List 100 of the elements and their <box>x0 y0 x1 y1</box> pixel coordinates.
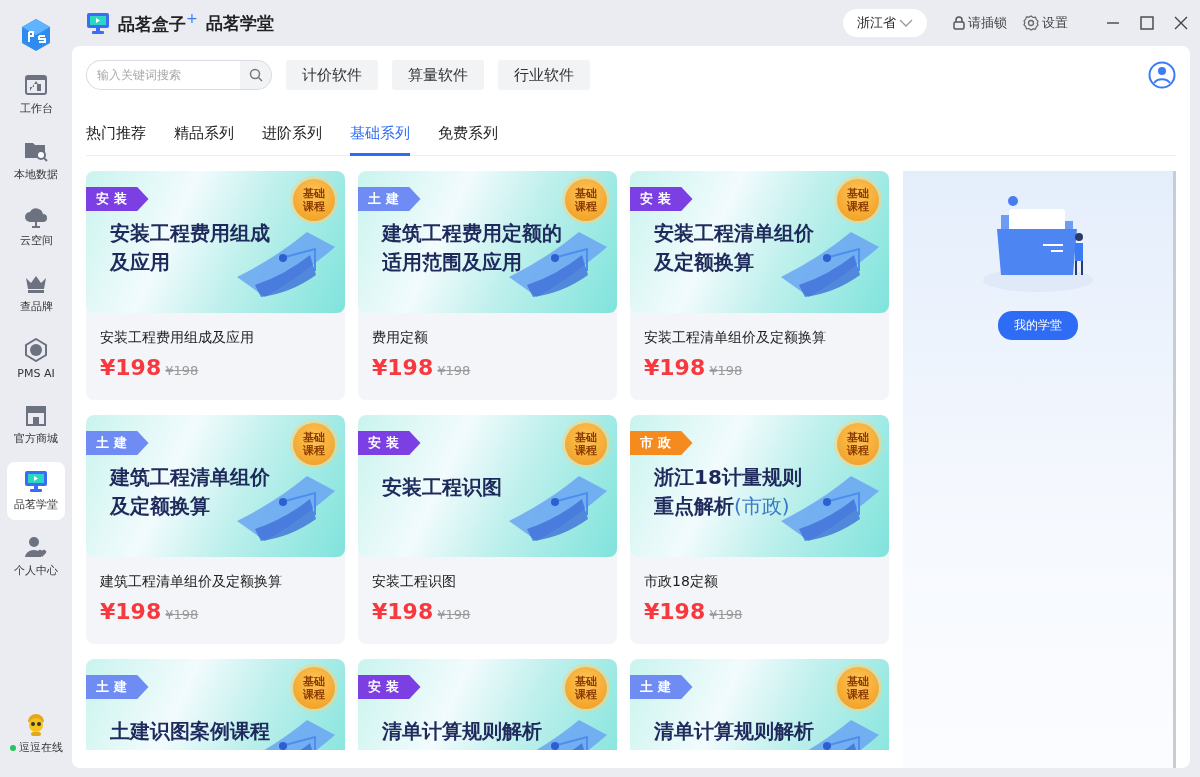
banner-title: 及定额换算 <box>654 250 754 274</box>
course-card[interactable]: 安 装 基础课程 安装工程费用组成 及应用 安装工程费用组成及应用 ¥198 ¥198 <box>86 171 345 400</box>
category-tag: 安 装 <box>358 675 421 699</box>
category-tag: 土 建 <box>358 187 421 211</box>
banner-title: 适用范围及应用 <box>382 250 522 274</box>
course-price: ¥198 <box>644 355 706 380</box>
workbench-icon <box>25 74 47 96</box>
course-level-badge: 基础课程 <box>837 423 879 465</box>
course-card[interactable]: 市 政 基础课程 浙江18计量规则 重点解析(市政) 市政18定额 ¥198 ¥198 <box>630 415 889 644</box>
course-price: ¥198 <box>372 599 434 624</box>
banner-title: 安装工程清单组价 <box>654 221 814 245</box>
my-academy-button[interactable]: 我的学堂 <box>998 311 1078 340</box>
course-title[interactable]: 费用定额 <box>372 329 603 347</box>
sidebar-item[interactable]: 品茗学堂 <box>7 462 65 520</box>
course-level-badge: 基础课程 <box>837 667 879 709</box>
ai-icon <box>24 338 48 362</box>
banner-title: 浙江18计量规则 <box>654 465 802 489</box>
close-icon[interactable] <box>1174 16 1188 30</box>
maximize-icon[interactable] <box>1140 16 1154 30</box>
original-price: ¥198 <box>437 607 471 622</box>
shop-icon <box>24 404 48 426</box>
banner-title: 重点解析 <box>654 494 734 518</box>
chevron-down-icon <box>899 18 913 28</box>
original-price: ¥198 <box>709 607 743 622</box>
course-level-badge: 基础课程 <box>293 423 335 465</box>
category-tag: 安 装 <box>86 187 149 211</box>
category-tag: 土 建 <box>630 675 693 699</box>
sidebar-item[interactable]: 查品牌 <box>7 264 65 322</box>
assistant-status-label: 逗逗在线 <box>18 740 63 755</box>
course-banner[interactable]: 土 建 基础课程 建筑工程费用定额的 适用范围及应用 <box>358 171 617 313</box>
category-button[interactable]: 算量软件 <box>392 60 484 90</box>
course-title[interactable]: 市政18定额 <box>644 573 875 591</box>
monitor-icon <box>86 12 110 34</box>
category-tag: 土 建 <box>86 431 149 455</box>
series-tab[interactable]: 精品系列 <box>174 120 234 156</box>
banner-title: 清单计算规则解析 <box>382 719 542 743</box>
section-title: 品茗学堂 <box>205 11 274 35</box>
course-level-badge: 基础课程 <box>837 179 879 221</box>
course-banner[interactable]: 安 装 基础课程 安装工程费用组成 及应用 <box>86 171 345 313</box>
course-card[interactable]: 土 建 基础课程 建筑工程清单组价 及定额换算 建筑工程清单组价及定额换算 ¥198 ¥198 <box>86 415 345 644</box>
series-tab[interactable]: 进阶系列 <box>262 120 322 156</box>
series-tab[interactable]: 基础系列 <box>350 120 410 156</box>
banner-title: 安装工程费用组成 <box>110 221 270 245</box>
sidebar-item[interactable]: PMS AI <box>7 330 65 388</box>
course-card[interactable]: 安 装 基础课程 安装工程识图 安装工程识图 ¥198 ¥198 <box>358 415 617 644</box>
course-level-badge: 基础课程 <box>293 179 335 221</box>
mascot-icon <box>25 712 47 736</box>
banner-title: 安装工程识图 <box>382 475 502 499</box>
banner-title: 清单计算规则解析 <box>654 719 814 743</box>
banner-note: (市政) <box>734 494 790 518</box>
category-tag: 土 建 <box>86 675 149 699</box>
sidebar-item[interactable]: 个人中心 <box>7 528 65 586</box>
series-tab[interactable]: 免费系列 <box>438 120 498 156</box>
course-banner[interactable]: 安 装 基础课程 清单计算规则解析 <box>358 659 617 750</box>
category-button[interactable]: 行业软件 <box>498 60 590 90</box>
folder-search-icon <box>24 140 48 162</box>
course-card[interactable]: 土 建 基础课程 建筑工程费用定额的 适用范围及应用 费用定额 ¥198 ¥198 <box>358 171 617 400</box>
banner-title: 土建识图案例课程 <box>110 719 270 743</box>
course-banner[interactable]: 市 政 基础课程 浙江18计量规则 重点解析(市政) <box>630 415 889 557</box>
sidebar-item[interactable]: 云空间 <box>7 198 65 256</box>
app-logo-icon <box>20 18 52 52</box>
settings-link[interactable]: 设置 <box>1023 14 1068 32</box>
original-price: ¥198 <box>437 363 471 378</box>
course-banner[interactable]: 土 建 基础课程 清单计算规则解析 <box>630 659 889 750</box>
category-button[interactable]: 计价软件 <box>286 60 378 90</box>
course-banner[interactable]: 土 建 基础课程 建筑工程清单组价 及定额换算 <box>86 415 345 557</box>
series-tab[interactable]: 热门推荐 <box>86 120 146 156</box>
sidebar-item[interactable]: 官方商城 <box>7 396 65 454</box>
course-price: ¥198 <box>644 599 706 624</box>
course-card[interactable]: 安 装 基础课程 安装工程清单组价 及定额换算 安装工程清单组价及定额换算 ¥198 ¥198 <box>630 171 889 400</box>
banner-title: 建筑工程清单组价 <box>110 465 270 489</box>
sidebar-item[interactable]: 本地数据 <box>7 132 65 190</box>
lock-link[interactable]: 请插锁 <box>953 14 1007 32</box>
sidebar-item[interactable]: 工作台 <box>7 66 65 124</box>
settings-icon <box>1023 15 1039 31</box>
course-price: ¥198 <box>372 355 434 380</box>
course-banner[interactable]: 安 装 基础课程 安装工程识图 <box>358 415 617 557</box>
course-banner[interactable]: 安 装 基础课程 安装工程清单组价 及定额换算 <box>630 171 889 313</box>
original-price: ¥198 <box>165 607 199 622</box>
category-tag: 安 装 <box>358 431 421 455</box>
course-banner[interactable]: 土 建 基础课程 土建识图案例课程 <box>86 659 345 750</box>
course-price: ¥198 <box>100 599 162 624</box>
user-heart-icon <box>24 536 48 558</box>
category-tag: 安 装 <box>630 187 693 211</box>
course-level-badge: 基础课程 <box>565 179 607 221</box>
course-title[interactable]: 安装工程识图 <box>372 573 603 591</box>
original-price: ¥198 <box>165 363 199 378</box>
banner-title: 及应用 <box>110 250 170 274</box>
cloud-icon <box>24 206 48 228</box>
user-avatar-icon[interactable] <box>1148 61 1176 89</box>
category-tag: 市 政 <box>630 431 693 455</box>
course-title[interactable]: 安装工程清单组价及定额换算 <box>644 329 875 347</box>
region-dropdown[interactable]: 浙江省 <box>843 9 927 37</box>
course-title[interactable]: 建筑工程清单组价及定额换算 <box>100 573 331 591</box>
monitor-icon <box>24 470 48 492</box>
course-title[interactable]: 安装工程费用组成及应用 <box>100 329 331 347</box>
course-level-badge: 基础课程 <box>293 667 335 709</box>
original-price: ¥198 <box>709 363 743 378</box>
course-price: ¥198 <box>100 355 162 380</box>
app-name: 品茗盒子$^{+}$ <box>118 10 198 36</box>
